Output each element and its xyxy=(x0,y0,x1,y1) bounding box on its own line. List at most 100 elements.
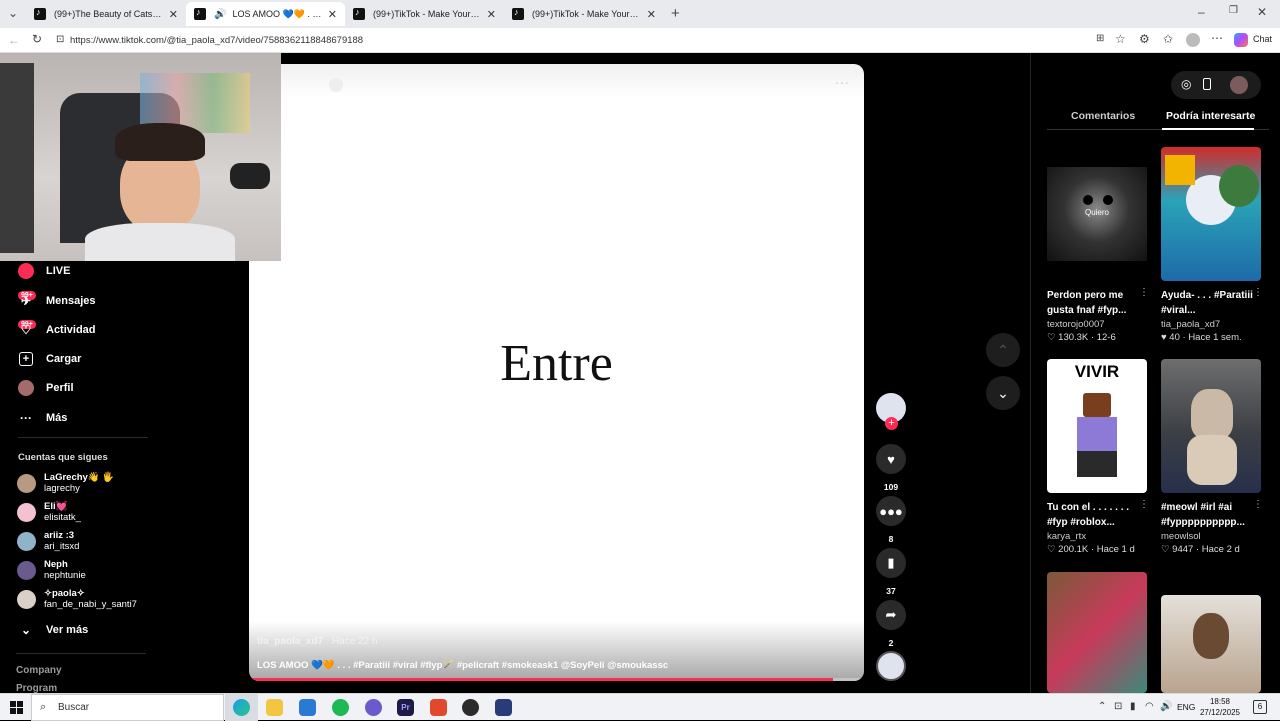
copilot-icon[interactable] xyxy=(1234,33,1248,47)
close-icon[interactable]: ✕ xyxy=(328,8,337,21)
notifications-icon[interactable]: 6 xyxy=(1253,700,1267,714)
file-explorer-icon[interactable] xyxy=(266,699,283,716)
more-options-icon[interactable]: ⋮ xyxy=(1139,499,1149,510)
tray-overflow-icon[interactable]: ⌃ xyxy=(1098,701,1106,712)
like-action[interactable]: ♥ 109 xyxy=(876,444,906,492)
following-account[interactable]: Neph nephtunie xyxy=(17,559,86,581)
taskbar-search[interactable]: ⌕ Buscar xyxy=(31,694,224,721)
tab-recommended[interactable]: Podría interesarte xyxy=(1166,110,1255,122)
close-icon[interactable]: ✕ xyxy=(169,8,178,21)
spotify-icon[interactable] xyxy=(332,699,349,716)
minimize-icon[interactable]: – xyxy=(1198,5,1205,19)
volume-icon[interactable]: 🔊 xyxy=(1160,701,1172,712)
nav-more[interactable]: ··· Más xyxy=(18,410,67,426)
follow-plus-icon[interactable]: + xyxy=(885,417,898,430)
tab-comments[interactable]: Comentarios xyxy=(1071,110,1135,122)
following-account[interactable]: ✧paola✧ fan_de_nabi_y_santi7 xyxy=(17,588,137,610)
browser-tab-3[interactable]: (99+)TikTok - Make Your Day ✕ xyxy=(345,2,504,26)
reload-icon[interactable]: ↻ xyxy=(32,32,42,46)
obs-icon[interactable] xyxy=(462,699,479,716)
video-thumbnail[interactable]: Quiero xyxy=(1047,147,1147,281)
back-icon[interactable]: ← xyxy=(8,33,20,47)
url-field[interactable]: ⊡ https://www.tiktok.com/@tia_paola_xd7/… xyxy=(52,31,1132,50)
video-thumbnail[interactable] xyxy=(1047,572,1147,693)
video-thumbnail[interactable] xyxy=(1161,359,1261,493)
comment-action[interactable]: ●●● 8 xyxy=(876,496,906,544)
phone-icon[interactable] xyxy=(1203,78,1211,90)
recommended-video-card[interactable]: VIVIR Tu con el . . . . . . . #fyp #robl… xyxy=(1047,359,1149,555)
reader-view-icon[interactable]: ⊞ xyxy=(1096,33,1104,44)
video-author[interactable]: tia_paola_xd7 Hace 22 h xyxy=(257,636,378,647)
following-account[interactable]: Eli💓 elisitatk_ xyxy=(17,501,81,523)
chat-label[interactable]: Chat xyxy=(1253,34,1272,44)
nav-upload[interactable]: + Cargar xyxy=(18,351,81,367)
footer-company-link[interactable]: Company xyxy=(16,665,62,676)
following-account[interactable]: ariiz :3 ari_itsxd xyxy=(17,530,79,552)
share-action[interactable]: ➦ 2 xyxy=(876,600,906,648)
recommended-video-card[interactable] xyxy=(1047,572,1149,693)
video-author[interactable]: meowlsol xyxy=(1161,531,1263,542)
system-clock[interactable]: 18:58 27/12/2025 xyxy=(1197,696,1243,718)
site-info-icon[interactable]: ⊡ xyxy=(56,34,64,45)
close-icon[interactable]: ✕ xyxy=(487,8,496,21)
video-thumbnail[interactable]: VIVIR xyxy=(1047,359,1147,493)
nav-activity[interactable]: ♡ Actividad xyxy=(18,322,96,338)
more-options-icon[interactable]: ⋮ xyxy=(1253,499,1263,510)
video-author[interactable]: karya_rtx xyxy=(1047,531,1149,542)
window-close-icon[interactable]: ✕ xyxy=(1257,5,1267,19)
restore-icon[interactable]: ❐ xyxy=(1229,5,1238,16)
wifi-icon[interactable]: ◠ xyxy=(1145,701,1154,712)
see-more-button[interactable]: ⌄ Ver más xyxy=(18,622,88,638)
previous-video-button[interactable]: ⌃ xyxy=(986,333,1020,367)
video-author[interactable]: textorojo0007 xyxy=(1047,319,1149,330)
more-options-icon[interactable]: ⋮ xyxy=(1253,287,1263,298)
bookmark-icon[interactable]: ▮ xyxy=(876,548,906,578)
nav-messages[interactable]: ✈ Mensajes xyxy=(18,293,96,309)
heart-icon[interactable]: ♥ xyxy=(876,444,906,474)
new-tab-button[interactable]: + xyxy=(671,5,680,22)
video-player[interactable]: ··· Entre tia_paola_xd7 Hace 22 h LOS AM… xyxy=(249,64,864,681)
video-more-icon[interactable]: ··· xyxy=(835,74,849,90)
favorite-star-icon[interactable]: ☆ xyxy=(1115,32,1126,46)
close-icon[interactable]: ✕ xyxy=(647,8,656,21)
user-avatar[interactable] xyxy=(1230,76,1248,94)
extensions-icon[interactable]: ⚙ xyxy=(1139,32,1150,46)
compass-icon[interactable]: ◎ xyxy=(1181,77,1191,91)
discord-icon[interactable] xyxy=(365,699,382,716)
more-options-icon[interactable]: ⋮ xyxy=(1139,287,1149,298)
recommended-video-card[interactable]: Ayuda- . . . #Paratiii #viral... tia_pao… xyxy=(1161,147,1263,343)
brave-browser-icon[interactable] xyxy=(430,699,447,716)
video-author[interactable]: tia_paola_xd7 xyxy=(1161,319,1263,330)
profile-avatar-icon[interactable] xyxy=(1186,33,1200,47)
browser-tab-4[interactable]: (99+)TikTok - Make Your Day ✕ xyxy=(504,2,664,26)
nav-profile[interactable]: Perfil xyxy=(18,380,74,396)
windows-start-icon[interactable] xyxy=(10,701,23,714)
share-icon[interactable]: ➦ xyxy=(876,600,906,630)
recommended-video-card[interactable]: #meowl #irl #ai #fypppppppppp... meowlso… xyxy=(1161,359,1263,555)
microphone-icon[interactable]: ▮ xyxy=(1130,701,1136,712)
recommended-video-card[interactable] xyxy=(1161,595,1263,693)
save-action[interactable]: ▮ 37 xyxy=(876,548,906,596)
video-progress-bar[interactable] xyxy=(249,678,864,681)
recommended-video-card[interactable]: Quiero Perdon pero me gusta fnaf #fyp...… xyxy=(1047,147,1149,343)
browser-tab-2[interactable]: 🔊 LOS AMOO 💙🧡 . . . #Parati... ✕ xyxy=(186,2,345,26)
browser-tab-1[interactable]: (99+)The Beauty of Cats Under the... ✕ xyxy=(26,2,186,26)
store-icon[interactable] xyxy=(299,699,316,716)
tray-app-icon[interactable]: ⊡ xyxy=(1114,701,1122,712)
menu-dots-icon[interactable]: ⋯ xyxy=(1211,31,1223,45)
premiere-pro-icon[interactable]: Pr xyxy=(397,699,414,716)
app-icon[interactable] xyxy=(495,699,512,716)
nav-live[interactable]: LIVE xyxy=(18,263,70,279)
speaker-icon[interactable]: 🔊 xyxy=(214,9,226,20)
next-video-button[interactable]: ⌄ xyxy=(986,376,1020,410)
following-account[interactable]: LaGrechy👋 🖐 lagrechy xyxy=(17,472,114,494)
video-thumbnail[interactable] xyxy=(1161,147,1261,281)
favorites-icon[interactable]: ✩ xyxy=(1163,32,1173,46)
comment-icon[interactable]: ●●● xyxy=(876,496,906,526)
language-indicator[interactable]: ENG xyxy=(1177,702,1195,712)
tab-list-icon[interactable]: ⌄ xyxy=(8,6,18,20)
video-thumbnail[interactable] xyxy=(1161,595,1261,693)
music-disc-icon[interactable] xyxy=(876,651,906,681)
edge-browser-icon[interactable] xyxy=(233,699,250,716)
volume-icon[interactable] xyxy=(329,78,343,92)
